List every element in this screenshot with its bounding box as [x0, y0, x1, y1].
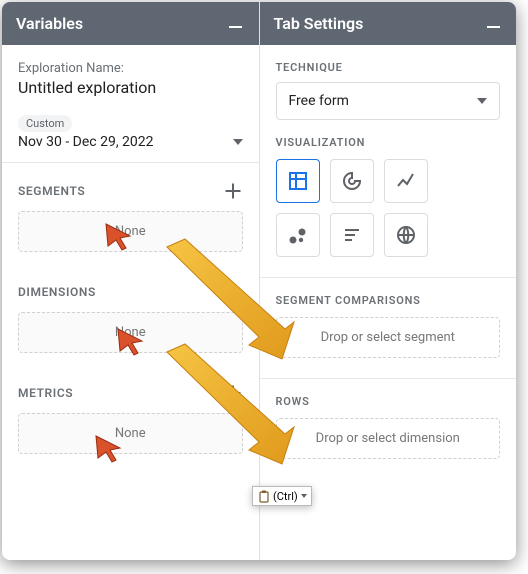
variables-panel-title: Variables — [16, 14, 83, 33]
metrics-dropzone[interactable]: None — [18, 413, 243, 454]
viz-scatter-button[interactable] — [276, 213, 320, 257]
paste-options-text: (Ctrl) — [273, 490, 298, 503]
add-dimension-button[interactable] — [223, 282, 243, 302]
segments-label: SEGMENTS — [18, 184, 85, 198]
viz-table-button[interactable] — [276, 159, 320, 203]
rows-dropzone[interactable]: Drop or select dimension — [276, 418, 501, 459]
table-icon — [287, 170, 309, 192]
divider — [260, 378, 517, 379]
minimize-icon[interactable] — [484, 15, 502, 33]
exploration-name-value[interactable]: Untitled exploration — [18, 78, 243, 97]
clipboard-icon — [257, 489, 271, 503]
segments-dropzone[interactable]: None — [18, 211, 243, 252]
dimensions-dropzone[interactable]: None — [18, 312, 243, 353]
date-range-chip[interactable]: Custom — [18, 115, 72, 132]
caret-down-icon — [301, 494, 307, 498]
line-chart-icon — [395, 170, 417, 192]
exploration-name-label: Exploration Name: — [18, 61, 243, 76]
bar-chart-icon — [341, 224, 363, 246]
tab-settings-panel: Tab Settings TECHNIQUE Free form VISUALI… — [260, 2, 517, 560]
scatter-chart-icon — [287, 224, 309, 246]
segments-section-header: SEGMENTS — [18, 181, 243, 201]
add-segment-button[interactable] — [223, 181, 243, 201]
divider — [260, 277, 517, 278]
visualization-grid — [276, 159, 501, 257]
caret-down-icon — [233, 139, 243, 145]
caret-down-icon — [477, 98, 487, 104]
viz-donut-button[interactable] — [330, 159, 374, 203]
donut-chart-icon — [341, 170, 363, 192]
dimensions-label: DIMENSIONS — [18, 285, 96, 299]
variables-panel-header: Variables — [2, 2, 259, 45]
dimensions-section-header: DIMENSIONS — [18, 282, 243, 302]
globe-icon — [395, 224, 417, 246]
metrics-label: METRICS — [18, 386, 73, 400]
date-range-selector[interactable]: Nov 30 - Dec 29, 2022 — [18, 134, 243, 150]
rows-label: ROWS — [276, 395, 501, 408]
technique-value: Free form — [289, 93, 349, 109]
viz-bar-button[interactable] — [330, 213, 374, 257]
date-range-text: Nov 30 - Dec 29, 2022 — [18, 134, 154, 150]
technique-selector[interactable]: Free form — [276, 82, 501, 120]
tab-settings-panel-header: Tab Settings — [260, 2, 517, 45]
segment-comparisons-dropzone[interactable]: Drop or select segment — [276, 317, 501, 358]
metrics-section-header: METRICS — [18, 383, 243, 403]
minimize-icon[interactable] — [227, 15, 245, 33]
tab-settings-panel-title: Tab Settings — [274, 14, 364, 33]
add-metric-button[interactable] — [223, 383, 243, 403]
visualization-label: VISUALIZATION — [276, 136, 501, 149]
viz-geo-button[interactable] — [384, 213, 428, 257]
divider — [2, 162, 259, 163]
segment-comparisons-label: SEGMENT COMPARISONS — [276, 294, 501, 307]
variables-panel: Variables Exploration Name: Untitled exp… — [2, 2, 260, 560]
technique-label: TECHNIQUE — [276, 61, 501, 74]
viz-line-button[interactable] — [384, 159, 428, 203]
panels-container: Variables Exploration Name: Untitled exp… — [2, 2, 516, 560]
paste-options-popup[interactable]: (Ctrl) — [252, 486, 312, 506]
